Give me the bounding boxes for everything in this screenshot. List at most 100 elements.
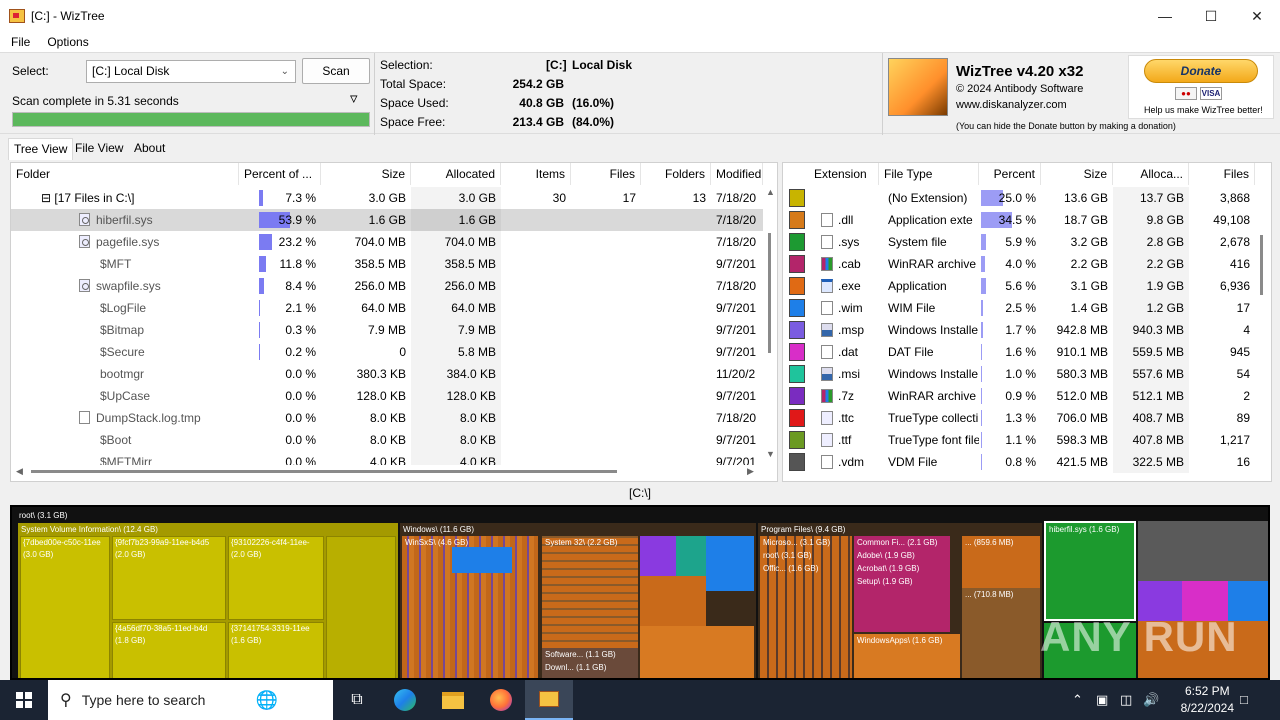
tree-row[interactable]: pagefile.sys 23.2 % 704.0 MB 704.0 MB 7/18/2… [11, 231, 763, 253]
treemap[interactable]: root\ (3.1 GB) System Volume Information… [10, 505, 1270, 680]
tree-vertical-scrollbar[interactable]: ▲ ▼ [763, 185, 777, 467]
ext-col-header[interactable]: Size [1041, 163, 1113, 185]
tree-cell-files [571, 319, 641, 341]
ext-col-header[interactable]: Extension [809, 163, 879, 185]
tab-tree-view[interactable]: Tree View [8, 138, 74, 160]
extension-row[interactable]: .cab WinRAR archive 4.0 % 2.2 GB 2.2 GB 416 [783, 253, 1255, 275]
tree-col-header[interactable]: Size [321, 163, 411, 185]
minimize-button[interactable]: — [1142, 0, 1188, 32]
treemap-block[interactable] [542, 536, 638, 648]
ext-col-header[interactable]: File Type [879, 163, 979, 185]
menu-bar: File Options [0, 32, 1280, 52]
tree-col-header[interactable]: Files [571, 163, 641, 185]
ext-col-header-sorted[interactable]: Alloca... [1113, 163, 1189, 185]
tab-file-view[interactable]: File View [70, 138, 128, 160]
network-icon[interactable]: ▣ [1096, 692, 1108, 708]
menu-file[interactable]: File [0, 35, 36, 49]
extension-row[interactable]: .vdm VDM File 0.8 % 421.5 MB 322.5 MB 16 [783, 451, 1255, 473]
tree-row[interactable]: $Boot 0.0 % 8.0 KB 8.0 KB 9/7/201 [11, 429, 763, 451]
treemap-block[interactable] [1138, 521, 1268, 581]
tree-col-header[interactable]: Items [501, 163, 571, 185]
edge-icon[interactable] [381, 680, 429, 720]
treemap-block[interactable] [676, 536, 706, 576]
percent-bar [981, 344, 983, 360]
ext-cell-size: 598.3 MB [1056, 433, 1108, 447]
taskbar-search-box[interactable]: ⚲ Type here to search 🌐 [48, 680, 333, 720]
percent-bar [259, 190, 264, 206]
tree-row[interactable]: $Secure 0.2 % 0 5.8 MB 9/7/201 [11, 341, 763, 363]
volume-icon[interactable]: 🔊 [1143, 692, 1159, 708]
tree-row[interactable]: bootmgr 0.0 % 380.3 KB 384.0 KB 11/20/2 [11, 363, 763, 385]
extension-row[interactable]: .exe Application 5.6 % 3.1 GB 1.9 GB 6,936 [783, 275, 1255, 297]
treemap-block[interactable] [706, 536, 754, 591]
website-link[interactable]: www.diskanalyzer.com [956, 99, 1067, 111]
collapse-icon[interactable]: ⊟ [41, 191, 54, 205]
treemap-block[interactable] [640, 576, 706, 626]
ext-col-header[interactable]: Percent [979, 163, 1041, 185]
tree-row[interactable]: $LogFile 2.1 % 64.0 MB 64.0 MB 9/7/201 [11, 297, 763, 319]
percent-value: 1.7 % [1005, 323, 1036, 337]
extension-row[interactable]: .ttf TrueType font file 1.1 % 598.3 MB 407.8… [783, 429, 1255, 451]
extension-row[interactable]: .sys System file 5.9 % 3.2 GB 2.8 GB 2,678 [783, 231, 1255, 253]
extension-row[interactable]: .dat DAT File 1.6 % 910.1 MB 559.5 MB 945 [783, 341, 1255, 363]
extension-row[interactable]: .msp Windows Installe 1.7 % 942.8 MB 940.3 M… [783, 319, 1255, 341]
task-view-icon[interactable]: ⧉ [333, 680, 381, 720]
tree-col-header[interactable]: Percent of ... [239, 163, 321, 185]
tree-col-header[interactable]: Folders [641, 163, 711, 185]
donate-button[interactable]: Donate [1144, 59, 1258, 83]
extension-row[interactable]: .msi Windows Installe 1.0 % 580.3 MB 557.6 M… [783, 363, 1255, 385]
tree-row[interactable]: $MFT 11.8 % 358.5 MB 358.5 MB 9/7/201 [11, 253, 763, 275]
windows-logo-icon [16, 692, 32, 708]
drive-select[interactable]: [C:] Local Disk ⌄ [86, 60, 296, 83]
tree-cell-mod: 9/7/201 [716, 323, 757, 337]
maximize-button[interactable]: ☐ [1188, 0, 1234, 32]
tree-row[interactable]: ⊟ [17 Files in C:\] 7.3 % 3.0 GB 3.0 GB 30 17… [11, 187, 763, 209]
tree-cell-folders [641, 429, 711, 451]
extension-row[interactable]: .dll Application exte 34.5 % 18.7 GB 9.8 GB 4… [783, 209, 1255, 231]
divider [374, 53, 375, 135]
notifications-icon[interactable]: □ [1240, 692, 1248, 707]
tree-row[interactable]: DumpStack.log.tmp 0.0 % 8.0 KB 8.0 KB 7/18/2… [11, 407, 763, 429]
ext-cell-ext: .7z [838, 389, 855, 403]
tree-row[interactable]: swapfile.sys 8.4 % 256.0 MB 256.0 MB 7/18/20 [11, 275, 763, 297]
treemap-block[interactable] [452, 547, 512, 573]
wiztree-taskbar-icon[interactable] [525, 680, 573, 720]
tree-col-header-sorted[interactable]: Allocated [411, 163, 501, 185]
tree-cell-items: 30 [552, 191, 566, 205]
tree-item-name: $LogFile [100, 301, 147, 315]
menu-options[interactable]: Options [36, 35, 94, 49]
tree-cell-size: 7.9 MB [367, 323, 406, 337]
filter-icon[interactable]: ▿ [350, 89, 358, 107]
top-panel: Select: [C:] Local Disk ⌄ Scan Scan comp… [0, 52, 1280, 135]
treemap-block[interactable] [640, 626, 754, 678]
tree-cell-name: $LogFile [11, 297, 239, 319]
ext-col-header[interactable]: Files [1189, 163, 1255, 185]
extension-row[interactable]: .7z WinRAR archive 0.9 % 512.0 MB 512.1 MB 2 [783, 385, 1255, 407]
tab-about[interactable]: About [129, 138, 170, 160]
color-swatch [789, 409, 805, 427]
wifi-icon[interactable]: ◫ [1120, 692, 1132, 708]
tree-col-header[interactable]: Modified [711, 163, 763, 185]
extension-row[interactable]: .wim WIM File 2.5 % 1.4 GB 1.2 GB 17 [783, 297, 1255, 319]
extension-row[interactable]: .ttc TrueType collecti 1.3 % 706.0 MB 408.7 … [783, 407, 1255, 429]
tree-cell-mod: 11/20/2 [716, 367, 756, 381]
extension-row[interactable]: (No Extension) 25.0 % 13.6 GB 13.7 GB 3,868 [783, 187, 1255, 209]
tree-row[interactable]: hiberfil.sys 53.9 % 1.6 GB 1.6 GB 7/18/20 [11, 209, 763, 231]
file-explorer-icon[interactable] [429, 680, 477, 720]
close-button[interactable]: ✕ [1234, 0, 1280, 32]
tree-row[interactable]: $Bitmap 0.3 % 7.9 MB 7.9 MB 9/7/201 [11, 319, 763, 341]
treemap-block[interactable] [640, 536, 676, 576]
tree-col-header[interactable]: Folder [11, 163, 239, 185]
treemap-label: System 32\ (2.2 GB) [545, 538, 618, 547]
start-button[interactable] [0, 680, 48, 720]
treemap-block[interactable] [326, 536, 396, 678]
percent-value: 23.2 % [278, 235, 316, 249]
tray-chevron-icon[interactable]: ⌃ [1072, 692, 1083, 708]
system-clock[interactable]: 6:52 PM 8/22/2024 [1181, 683, 1234, 717]
tree-horizontal-scrollbar[interactable]: ◀ ▶ [11, 465, 763, 479]
tree-cell-files [571, 253, 641, 275]
firefox-icon[interactable] [477, 680, 525, 720]
extension-vertical-scrollbar[interactable] [1255, 185, 1269, 481]
scan-button[interactable]: Scan [302, 58, 370, 84]
tree-row[interactable]: $UpCase 0.0 % 128.0 KB 128.0 KB 9/7/201 [11, 385, 763, 407]
